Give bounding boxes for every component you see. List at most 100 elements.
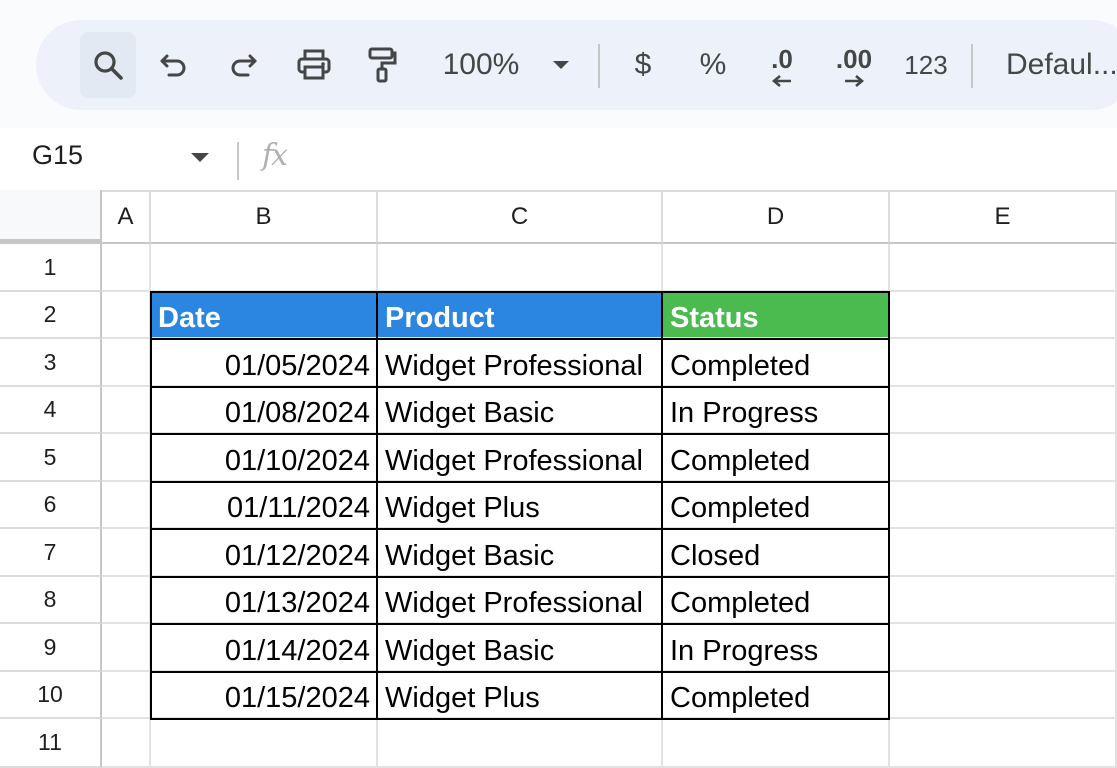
cell-c11[interactable] [378,719,663,768]
table-cell-status[interactable]: Completed [663,577,890,624]
table-cell-product[interactable]: Widget Plus [378,672,663,719]
cell-b1[interactable] [151,244,378,292]
cell-a4[interactable] [102,387,151,434]
table-cell-status[interactable]: Completed [663,672,890,719]
table-header-date[interactable]: Date [151,292,378,339]
row-header-11[interactable]: 11 [0,719,102,768]
table-cell-status[interactable]: Completed [663,434,890,482]
cell-a7[interactable] [102,529,151,577]
row-header-9[interactable]: 9 [0,624,102,672]
row-header-7[interactable]: 7 [0,529,102,577]
caret-down-icon [191,153,209,162]
cell-d11[interactable] [663,719,890,768]
cell-e2[interactable] [890,292,1117,339]
table-cell-product[interactable]: Widget Basic [378,624,663,672]
cell-a11[interactable] [102,719,151,768]
cell-e5[interactable] [890,434,1117,482]
cell-e10[interactable] [890,672,1117,719]
paint-format-button[interactable] [360,20,404,110]
table-cell-date[interactable]: 01/11/2024 [151,482,378,529]
name-box-dropdown-button[interactable] [190,150,210,168]
cell-e7[interactable] [890,529,1117,577]
cell-d1[interactable] [663,244,890,292]
table-cell-status[interactable]: Closed [663,529,890,577]
column-header-c[interactable]: C [378,190,663,244]
undo-icon [160,54,186,77]
column-header-d[interactable]: D [663,190,890,244]
cell-e8[interactable] [890,577,1117,624]
font-family-select[interactable]: Defaul... [1006,20,1117,110]
zoom-select[interactable]: 100% [436,20,526,110]
table-cell-date[interactable]: 01/14/2024 [151,624,378,672]
table-cell-product[interactable]: Widget Basic [378,387,663,434]
table-cell-date[interactable]: 01/12/2024 [151,529,378,577]
row-header-8[interactable]: 8 [0,577,102,624]
cell-a8[interactable] [102,577,151,624]
name-box[interactable]: G15 [32,140,83,171]
decrease-decimal-button[interactable]: .0 [758,20,806,110]
cell-c1[interactable] [378,244,663,292]
table-header-status[interactable]: Status [663,292,890,339]
table-cell-date[interactable]: 01/05/2024 [151,339,378,387]
print-button[interactable] [292,20,336,110]
table-cell-date[interactable]: 01/15/2024 [151,672,378,719]
increase-decimal-button[interactable]: .00 [830,20,878,110]
toolbar: 100% $ % .0 .00 123 Defaul... [36,20,1117,110]
table-header-product[interactable]: Product [378,292,663,339]
decrease-decimal-label: .0 [771,43,793,74]
cell-e11[interactable] [890,719,1117,768]
table-cell-status[interactable]: Completed [663,339,890,387]
column-header-a[interactable]: A [102,190,151,244]
table-cell-status[interactable]: In Progress [663,387,890,434]
row-header-10[interactable]: 10 [0,672,102,719]
row-header-4[interactable]: 4 [0,387,102,434]
cell-a6[interactable] [102,482,151,529]
cell-e3[interactable] [890,339,1117,387]
table-cell-date[interactable]: 01/08/2024 [151,387,378,434]
cell-e4[interactable] [890,387,1117,434]
arrow-right-icon [845,74,865,87]
column-header-b[interactable]: B [151,190,378,244]
table-cell-product[interactable]: Widget Plus [378,482,663,529]
toolbar-divider [971,44,973,88]
cell-b11[interactable] [151,719,378,768]
cell-a10[interactable] [102,672,151,719]
row-header-3[interactable]: 3 [0,339,102,387]
table-cell-status[interactable]: In Progress [663,624,890,672]
cell-e9[interactable] [890,624,1117,672]
table-cell-date[interactable]: 01/13/2024 [151,577,378,624]
row-header-1[interactable]: 1 [0,244,102,292]
search-menus-button[interactable] [80,32,136,98]
table-cell-product[interactable]: Widget Professional [378,434,663,482]
cell-e1[interactable] [890,244,1117,292]
redo-button[interactable] [221,20,265,110]
table-cell-product[interactable]: Widget Basic [378,529,663,577]
column-header-e[interactable]: E [890,190,1117,244]
spreadsheet-grid: A B C D E 1 2 3 4 5 6 7 8 9 10 11 Date P… [0,190,1117,768]
table-cell-status[interactable]: Completed [663,482,890,529]
table-column-divider [376,291,378,720]
cell-a3[interactable] [102,339,151,387]
select-all-corner[interactable] [0,190,102,244]
table-cell-product[interactable]: Widget Professional [378,577,663,624]
more-formats-button[interactable]: 123 [902,20,950,110]
formula-bar-divider [237,142,239,180]
cell-a1[interactable] [102,244,151,292]
redo-icon [231,54,257,77]
row-header-2[interactable]: 2 [0,292,102,339]
table-row-divider [150,671,890,673]
fx-icon: fx [262,138,288,173]
cell-a2[interactable] [102,292,151,339]
currency-format-button[interactable]: $ [626,20,660,110]
percent-format-button[interactable]: % [693,20,733,110]
row-header-6[interactable]: 6 [0,482,102,529]
table-cell-date[interactable]: 01/10/2024 [151,434,378,482]
cell-a5[interactable] [102,434,151,482]
cell-e6[interactable] [890,482,1117,529]
cell-a9[interactable] [102,624,151,672]
table-cell-product[interactable]: Widget Professional [378,339,663,387]
zoom-dropdown-button[interactable] [546,20,576,110]
undo-button[interactable] [152,20,196,110]
row-header-5[interactable]: 5 [0,434,102,482]
table-row-divider [150,528,890,530]
